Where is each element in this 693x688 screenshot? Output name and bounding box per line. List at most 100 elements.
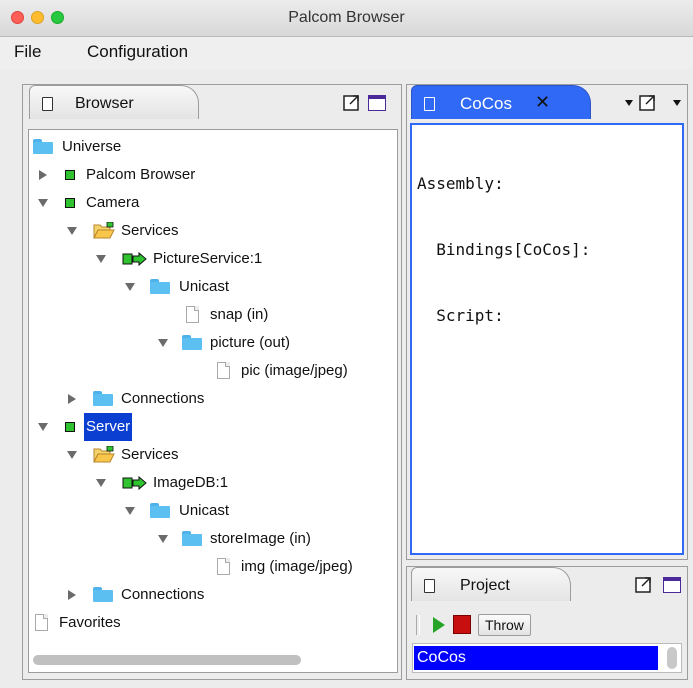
- tab-cocos-label: CoCos: [460, 94, 512, 113]
- dropdown-icon[interactable]: [672, 99, 682, 107]
- undock-icon[interactable]: [637, 93, 659, 113]
- collapse-arrow-icon[interactable]: [38, 423, 48, 431]
- tab-browser[interactable]: Browser: [29, 85, 199, 119]
- close-tab-icon[interactable]: ✕: [535, 92, 550, 113]
- expand-arrow-icon[interactable]: [68, 590, 76, 600]
- tree-item-label: Universe: [62, 138, 122, 155]
- maximize-icon[interactable]: [663, 577, 681, 593]
- service-icon: [122, 252, 147, 266]
- document-icon: [424, 97, 435, 111]
- folder-icon: [182, 335, 202, 350]
- tree-item-unicast[interactable]: Unicast: [29, 497, 389, 525]
- tree-item-label: Palcom Browser: [86, 166, 196, 183]
- collapse-arrow-icon[interactable]: [38, 199, 48, 207]
- folder-icon: [93, 587, 113, 602]
- script-editor[interactable]: Assembly: Bindings[CoCos]: Script:: [410, 123, 684, 555]
- collapse-arrow-icon[interactable]: [67, 451, 77, 459]
- tree-item-label: snap (in): [210, 306, 269, 323]
- list-item[interactable]: CoCos: [414, 646, 658, 670]
- tree-item-connections[interactable]: Connections: [29, 385, 389, 413]
- editor-line: Script:: [417, 306, 504, 325]
- tree-item-label: Camera: [86, 194, 140, 211]
- tree-item-palcom-browser[interactable]: Palcom Browser: [29, 161, 389, 189]
- device-status-icon: [65, 422, 75, 432]
- tree-item-favorites[interactable]: Favorites: [29, 609, 389, 637]
- play-icon[interactable]: [431, 615, 447, 635]
- toolbar-grip: [416, 615, 420, 635]
- dropdown-icon[interactable]: [624, 99, 634, 107]
- tree-item-pic[interactable]: pic (image/jpeg): [29, 357, 394, 385]
- tree-item-storeimage[interactable]: storeImage (in): [29, 525, 389, 553]
- collapse-arrow-icon[interactable]: [158, 535, 168, 543]
- folder-icon: [33, 139, 53, 154]
- collapse-arrow-icon[interactable]: [158, 339, 168, 347]
- tree-item-label: picture (out): [210, 334, 291, 351]
- title-bar: Palcom Browser: [0, 0, 693, 37]
- menu-configuration[interactable]: Configuration: [87, 42, 188, 62]
- tree-item-img[interactable]: img (image/jpeg): [29, 553, 394, 581]
- horizontal-scrollbar[interactable]: [33, 655, 301, 665]
- vertical-scrollbar[interactable]: [667, 647, 677, 669]
- tree-item-label: ImageDB:1: [153, 474, 229, 491]
- tree-item-label: Connections: [121, 586, 205, 603]
- tree-item-label: Services: [121, 222, 179, 239]
- tree-item-label: Unicast: [179, 502, 230, 519]
- script-editor-text[interactable]: Assembly: Bindings[CoCos]: Script:: [417, 129, 590, 371]
- document-icon: [42, 97, 53, 111]
- maximize-icon[interactable]: [368, 95, 386, 111]
- tab-project-label: Project: [460, 577, 510, 594]
- editor-line: Bindings[CoCos]:: [417, 240, 591, 259]
- collapse-arrow-icon[interactable]: [125, 283, 135, 291]
- tree-item-services[interactable]: Services: [29, 441, 389, 469]
- file-icon: [35, 614, 48, 631]
- undock-icon[interactable]: [633, 575, 655, 595]
- file-icon: [217, 362, 230, 379]
- tab-project[interactable]: Project: [411, 567, 571, 601]
- service-icon: [122, 476, 147, 490]
- tree-item-connections[interactable]: Connections: [29, 581, 389, 609]
- tree-item-imagedb[interactable]: ImageDB:1: [29, 469, 389, 497]
- tab-cocos[interactable]: CoCos ✕: [411, 85, 591, 119]
- tree-item-label: Services: [121, 446, 179, 463]
- tree-item-universe[interactable]: Universe: [29, 133, 389, 161]
- document-icon: [424, 579, 435, 593]
- cocos-panel: CoCos ✕ Assembly: Bindings[CoCos]: Scrip…: [406, 84, 688, 560]
- editor-line: Assembly:: [417, 174, 504, 193]
- open-folder-icon: [93, 446, 115, 463]
- tree-item-label: Connections: [121, 390, 205, 407]
- tree-item-label: pic (image/jpeg): [241, 362, 348, 379]
- undock-icon[interactable]: [341, 93, 363, 113]
- tree-item-pictureservice[interactable]: PictureService:1: [29, 245, 389, 273]
- collapse-arrow-icon[interactable]: [96, 255, 106, 263]
- collapse-arrow-icon[interactable]: [96, 479, 106, 487]
- folder-icon: [150, 279, 170, 294]
- menu-file[interactable]: File: [14, 42, 41, 62]
- tree-item-label-selected: Server: [84, 413, 133, 441]
- tree-item-services[interactable]: Services: [29, 217, 389, 245]
- project-panel: Project Throw CoCos: [406, 566, 688, 680]
- folder-icon: [182, 531, 202, 546]
- window-title: Palcom Browser: [288, 9, 405, 26]
- tree-item-unicast[interactable]: Unicast: [29, 273, 389, 301]
- tree-item-label: storeImage (in): [210, 530, 311, 547]
- expand-arrow-icon[interactable]: [39, 170, 47, 180]
- menu-bar: File Configuration: [0, 37, 693, 69]
- throw-button[interactable]: Throw: [478, 614, 531, 636]
- browser-panel: Browser Universe Palcom Browser Camera S…: [22, 84, 402, 680]
- stop-icon[interactable]: [453, 615, 471, 634]
- tree-item-camera[interactable]: Camera: [29, 189, 389, 217]
- device-status-icon: [65, 170, 75, 180]
- folder-icon: [150, 503, 170, 518]
- project-list: CoCos: [412, 643, 682, 673]
- collapse-arrow-icon[interactable]: [125, 507, 135, 515]
- file-icon: [217, 558, 230, 575]
- tree-item-snap[interactable]: snap (in): [29, 301, 389, 329]
- tab-browser-label: Browser: [75, 95, 134, 112]
- tree-item-server[interactable]: Server: [29, 413, 389, 441]
- file-icon: [186, 306, 199, 323]
- tree-item-label: img (image/jpeg): [241, 558, 353, 575]
- browser-tree: Universe Palcom Browser Camera Services: [28, 129, 398, 673]
- tree-item-picture-out[interactable]: picture (out): [29, 329, 389, 357]
- collapse-arrow-icon[interactable]: [67, 227, 77, 235]
- expand-arrow-icon[interactable]: [68, 394, 76, 404]
